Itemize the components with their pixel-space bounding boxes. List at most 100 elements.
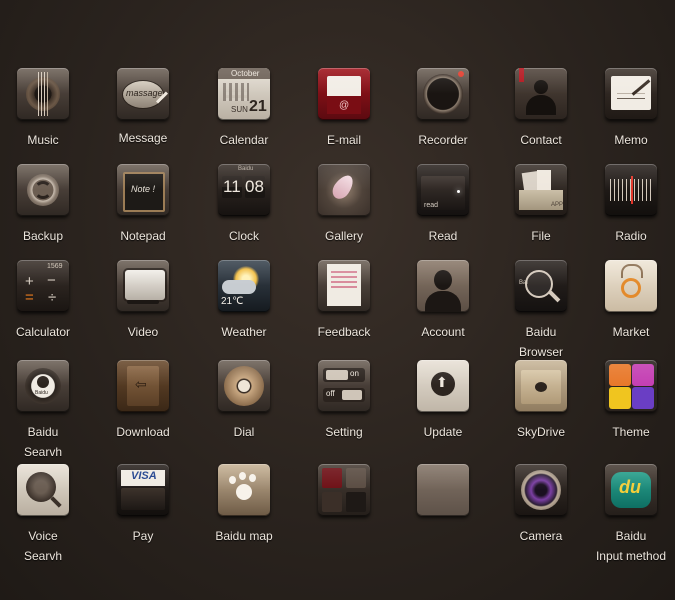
read-label: Read	[428, 229, 458, 243]
skydrive-icon	[515, 360, 567, 412]
app-baidu-map[interactable]: Baidu map	[196, 464, 292, 546]
weather-label: Weather	[221, 325, 267, 339]
app-message[interactable]: massage Message	[95, 68, 191, 148]
app-music[interactable]: Music	[0, 68, 91, 150]
app-read[interactable]: read Read	[395, 164, 491, 246]
clock-hour: 11	[223, 177, 241, 196]
backup-label: Backup	[22, 229, 64, 243]
update-icon: ⬆	[417, 360, 469, 412]
app-feedback[interactable]: Feedback	[296, 260, 392, 342]
weather-icon: 21℃	[218, 260, 270, 312]
app-skydrive[interactable]: SkyDrive	[493, 360, 589, 442]
app-calculator[interactable]: 1569 + − = ÷ Calculator	[0, 260, 91, 342]
memo-label: Memo	[614, 133, 648, 147]
baidu-map-icon	[218, 464, 270, 516]
email-icon: @	[318, 68, 370, 120]
app-pay[interactable]: VISA Pay	[95, 464, 191, 546]
pay-visa-text: VISA	[131, 470, 157, 482]
read-icon-text: read	[424, 202, 439, 209]
app-voice-search[interactable]: Voice Searvh	[0, 464, 91, 566]
weather-temp: 21℃	[221, 296, 244, 307]
market-icon	[605, 260, 657, 312]
notepad-label: Notepad	[120, 229, 166, 243]
recorder-icon	[417, 68, 469, 120]
baidu-search-icon: Baidu	[17, 360, 69, 412]
gallery-label: Gallery	[324, 229, 363, 243]
notepad-icon-text: Note !	[131, 184, 156, 194]
setting-off-text: off	[326, 389, 335, 398]
app-gallery[interactable]: Gallery	[296, 164, 392, 246]
music-icon	[17, 68, 69, 120]
baidu-browser-text: Bai	[519, 280, 528, 286]
clock-icon: Baidu 11 08	[218, 164, 270, 216]
app-contact[interactable]: Contact	[493, 68, 589, 150]
baidu-search-label: Baidu Searvh	[23, 425, 63, 459]
setting-label: Setting	[325, 425, 363, 439]
market-label: Market	[612, 325, 650, 339]
baidu-search-text: Baidu	[35, 390, 48, 396]
app-radio[interactable]: Radio	[583, 164, 675, 246]
app-file[interactable]: APP File	[493, 164, 589, 246]
clock-brand: Baidu	[238, 166, 254, 172]
baidu-map-label: Baidu map	[215, 529, 273, 543]
setting-icon: on off	[318, 360, 370, 412]
message-label: Message	[118, 131, 168, 145]
app-account[interactable]: Account	[395, 260, 491, 342]
app-dial[interactable]: Dial	[196, 360, 292, 442]
gallery-icon	[318, 164, 370, 216]
app-recorder[interactable]: Recorder	[395, 68, 491, 150]
file-icon-text: APP	[551, 202, 564, 208]
read-icon: read	[417, 164, 469, 216]
app-calendar[interactable]: October SUN 21 Calendar	[196, 68, 292, 150]
app-backup[interactable]: Backup	[0, 164, 91, 246]
app-camera[interactable]: Camera	[493, 464, 589, 546]
contact-label: Contact	[520, 133, 562, 147]
update-label: Update	[423, 425, 463, 439]
baidu-browser-icon: Bai	[515, 260, 567, 312]
baidu-input-text: du	[619, 477, 641, 497]
radio-icon	[605, 164, 657, 216]
app-folder[interactable]	[296, 464, 392, 526]
app-market[interactable]: Market	[583, 260, 675, 342]
recorder-label: Recorder	[418, 133, 468, 147]
theme-label: Theme	[612, 425, 650, 439]
calendar-day: 21	[249, 98, 267, 115]
calculator-label: Calculator	[15, 325, 71, 339]
clock-label: Clock	[228, 229, 259, 243]
home-screen-grid: Music massage Message October SUN 21 Cal…	[0, 0, 675, 600]
download-label: Download	[116, 425, 170, 439]
feedback-label: Feedback	[317, 325, 371, 339]
app-memo[interactable]: Memo	[583, 68, 675, 150]
message-icon-text: massage	[126, 88, 163, 98]
memo-icon	[605, 68, 657, 120]
app-blank[interactable]	[395, 464, 491, 526]
app-update[interactable]: ⬆ Update	[395, 360, 491, 442]
baidu-input-label: Baidu Input method	[595, 529, 667, 563]
pay-icon: VISA	[117, 464, 169, 516]
app-theme[interactable]: Theme	[583, 360, 675, 442]
app-clock[interactable]: Baidu 11 08 Clock	[196, 164, 292, 246]
app-weather[interactable]: 21℃ Weather	[196, 260, 292, 342]
app-baidu-browser[interactable]: Bai Baidu Browser	[493, 260, 589, 362]
contact-icon	[515, 68, 567, 120]
music-label: Music	[27, 133, 59, 147]
app-baidu-input[interactable]: du Baidu Input method	[583, 464, 675, 566]
calculator-display: 1569	[47, 263, 63, 270]
calendar-label: Calendar	[219, 133, 269, 147]
backup-icon	[17, 164, 69, 216]
setting-on-text: on	[350, 369, 359, 378]
dial-label: Dial	[233, 425, 255, 439]
app-baidu-search[interactable]: Baidu Baidu Searvh	[0, 360, 91, 462]
skydrive-label: SkyDrive	[516, 425, 565, 439]
app-video[interactable]: Video	[95, 260, 191, 342]
app-notepad[interactable]: Note ! Notepad	[95, 164, 191, 246]
file-icon: APP	[515, 164, 567, 216]
camera-icon	[515, 464, 567, 516]
calendar-icon: October SUN 21	[218, 68, 270, 120]
app-setting[interactable]: on off Setting	[296, 360, 392, 442]
baidu-input-icon: du	[605, 464, 657, 516]
dial-icon	[218, 360, 270, 412]
calendar-weekday: SUN	[231, 105, 248, 114]
app-email[interactable]: @ E-mail	[296, 68, 392, 150]
app-download[interactable]: ⇦ Download	[95, 360, 191, 442]
